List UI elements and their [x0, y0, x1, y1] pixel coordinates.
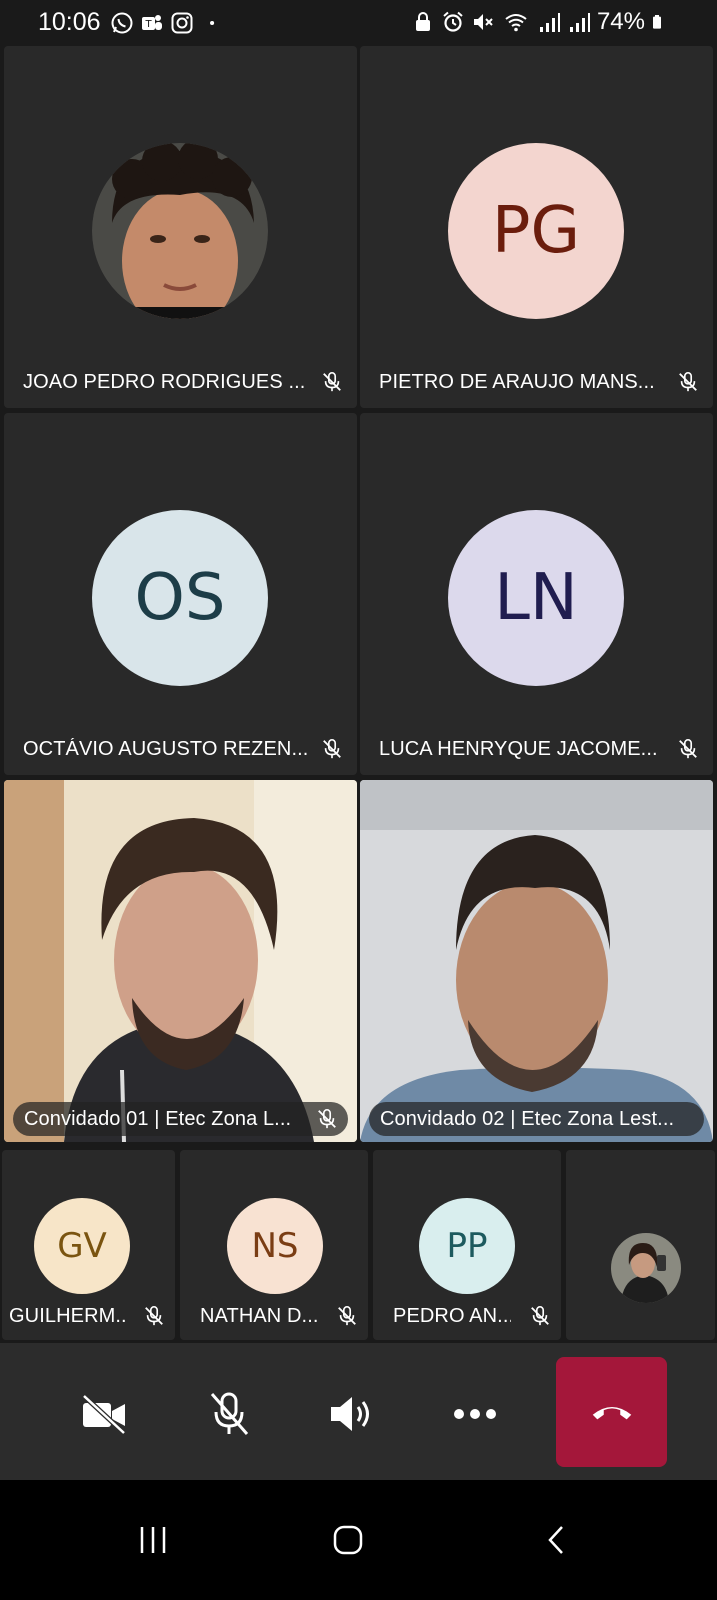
- recent-apps-icon: [140, 1527, 166, 1553]
- participant-avatar: OS: [92, 510, 268, 686]
- status-bar: 10:06 T 74%: [0, 0, 717, 46]
- whatsapp-icon: [111, 12, 133, 34]
- participant-name-row: GUILHERM...: [2, 1292, 175, 1340]
- participant-initials: PG: [491, 194, 581, 268]
- participant-name-row: NATHAN D...: [180, 1292, 368, 1340]
- participant-name: OCTÁVIO AUGUSTO REZEN...: [23, 737, 309, 760]
- participant-name: JOAO PEDRO RODRIGUES ...: [23, 370, 306, 393]
- participant-tile[interactable]: PG PIETRO DE ARAUJO MANS...: [360, 46, 713, 408]
- participant-name-row: OCTÁVIO AUGUSTO REZEN...: [4, 723, 357, 775]
- svg-text:T: T: [144, 19, 152, 30]
- mic-off-icon: [679, 372, 697, 392]
- participant-name: NATHAN D...: [200, 1304, 318, 1327]
- participant-video-tile[interactable]: Convidado 01 | Etec Zona L...: [4, 780, 357, 1142]
- participant-name-row: PEDRO AN...: [373, 1292, 561, 1340]
- status-time: 10:06: [38, 8, 101, 36]
- participant-name: Convidado 01 | Etec Zona L...: [24, 1107, 292, 1130]
- participant-tile[interactable]: GV GUILHERM...: [2, 1150, 175, 1340]
- call-controls: [0, 1343, 717, 1480]
- home-button[interactable]: [328, 1520, 368, 1560]
- participant-avatar: PG: [448, 143, 624, 319]
- mic-off-icon: [531, 1306, 549, 1326]
- participant-video: [4, 780, 357, 1142]
- participant-tile[interactable]: PP PEDRO AN...: [373, 1150, 561, 1340]
- mic-off-icon: [145, 1306, 163, 1326]
- more-icon: [454, 1409, 496, 1419]
- recent-apps-button[interactable]: [133, 1520, 173, 1560]
- participant-name-row: JOAO PEDRO RODRIGUES ...: [4, 356, 357, 408]
- instagram-icon: [171, 12, 193, 34]
- participant-name: GUILHERM...: [9, 1304, 125, 1327]
- mic-off-icon: [210, 1392, 249, 1435]
- lock-icon: [415, 12, 430, 31]
- camera-toggle-button[interactable]: [76, 1391, 132, 1437]
- participant-name-row: Convidado 02 | Etec Zona Lest...: [369, 1102, 704, 1136]
- battery-icon: [653, 15, 661, 29]
- notification-icons: T: [110, 11, 222, 35]
- participant-tile[interactable]: OS OCTÁVIO AUGUSTO REZEN...: [4, 413, 357, 775]
- participant-initials: GV: [57, 1226, 107, 1266]
- participant-photo: [92, 143, 268, 319]
- mic-toggle-button[interactable]: [201, 1391, 257, 1437]
- participant-video: [360, 780, 713, 1142]
- participant-name: PIETRO DE ARAUJO MANS...: [379, 370, 655, 393]
- participant-tile[interactable]: NS NATHAN D...: [180, 1150, 368, 1340]
- participant-initials: NS: [251, 1226, 299, 1266]
- mic-off-icon: [318, 1109, 336, 1129]
- participant-name: LUCA HENRYQUE JACOME...: [379, 737, 658, 760]
- mute-icon: [473, 14, 493, 30]
- participant-tile[interactable]: JOAO PEDRO RODRIGUES ...: [4, 46, 357, 408]
- dot-icon: [210, 20, 215, 26]
- participant-name-row: PIETRO DE ARAUJO MANS...: [360, 356, 713, 408]
- participant-avatar: LN: [448, 510, 624, 686]
- speaker-button[interactable]: [324, 1391, 380, 1437]
- participant-initials: LN: [494, 561, 578, 635]
- system-icons: 74%: [411, 8, 667, 36]
- hangup-button[interactable]: [556, 1357, 667, 1467]
- camera-off-icon: [82, 1394, 126, 1434]
- home-icon: [333, 1525, 363, 1555]
- teams-icon: T: [142, 15, 162, 30]
- mic-off-icon: [679, 739, 697, 759]
- participant-avatar: NS: [227, 1198, 323, 1294]
- participant-video-tile[interactable]: Convidado 02 | Etec Zona Lest...: [360, 780, 713, 1142]
- speaker-icon: [331, 1397, 369, 1431]
- hangup-icon: [592, 1406, 631, 1420]
- back-button[interactable]: [536, 1520, 576, 1560]
- battery-percent: 74%: [596, 8, 645, 35]
- mic-off-icon: [338, 1306, 356, 1326]
- participant-tile[interactable]: [566, 1150, 715, 1340]
- participant-name-row: Convidado 01 | Etec Zona L...: [13, 1102, 348, 1136]
- participant-tile[interactable]: LN LUCA HENRYQUE JACOME...: [360, 413, 713, 775]
- signal-icon: [539, 13, 560, 32]
- mic-off-icon: [323, 372, 341, 392]
- back-icon: [548, 1526, 563, 1554]
- alarm-icon: [443, 11, 463, 32]
- participant-avatar: PP: [419, 1198, 515, 1294]
- participant-photo: [611, 1233, 681, 1303]
- more-options-button[interactable]: [447, 1391, 503, 1437]
- mic-off-icon: [323, 739, 341, 759]
- participant-initials: OS: [134, 561, 226, 635]
- participant-avatar: GV: [34, 1198, 130, 1294]
- system-nav-bar: [0, 1480, 717, 1600]
- participant-name: PEDRO AN...: [393, 1304, 511, 1327]
- wifi-icon: [505, 14, 527, 32]
- participant-initials: PP: [446, 1226, 488, 1266]
- signal-icon: [569, 13, 590, 32]
- participant-name-row: LUCA HENRYQUE JACOME...: [360, 723, 713, 775]
- participant-name: Convidado 02 | Etec Zona Lest...: [380, 1107, 675, 1130]
